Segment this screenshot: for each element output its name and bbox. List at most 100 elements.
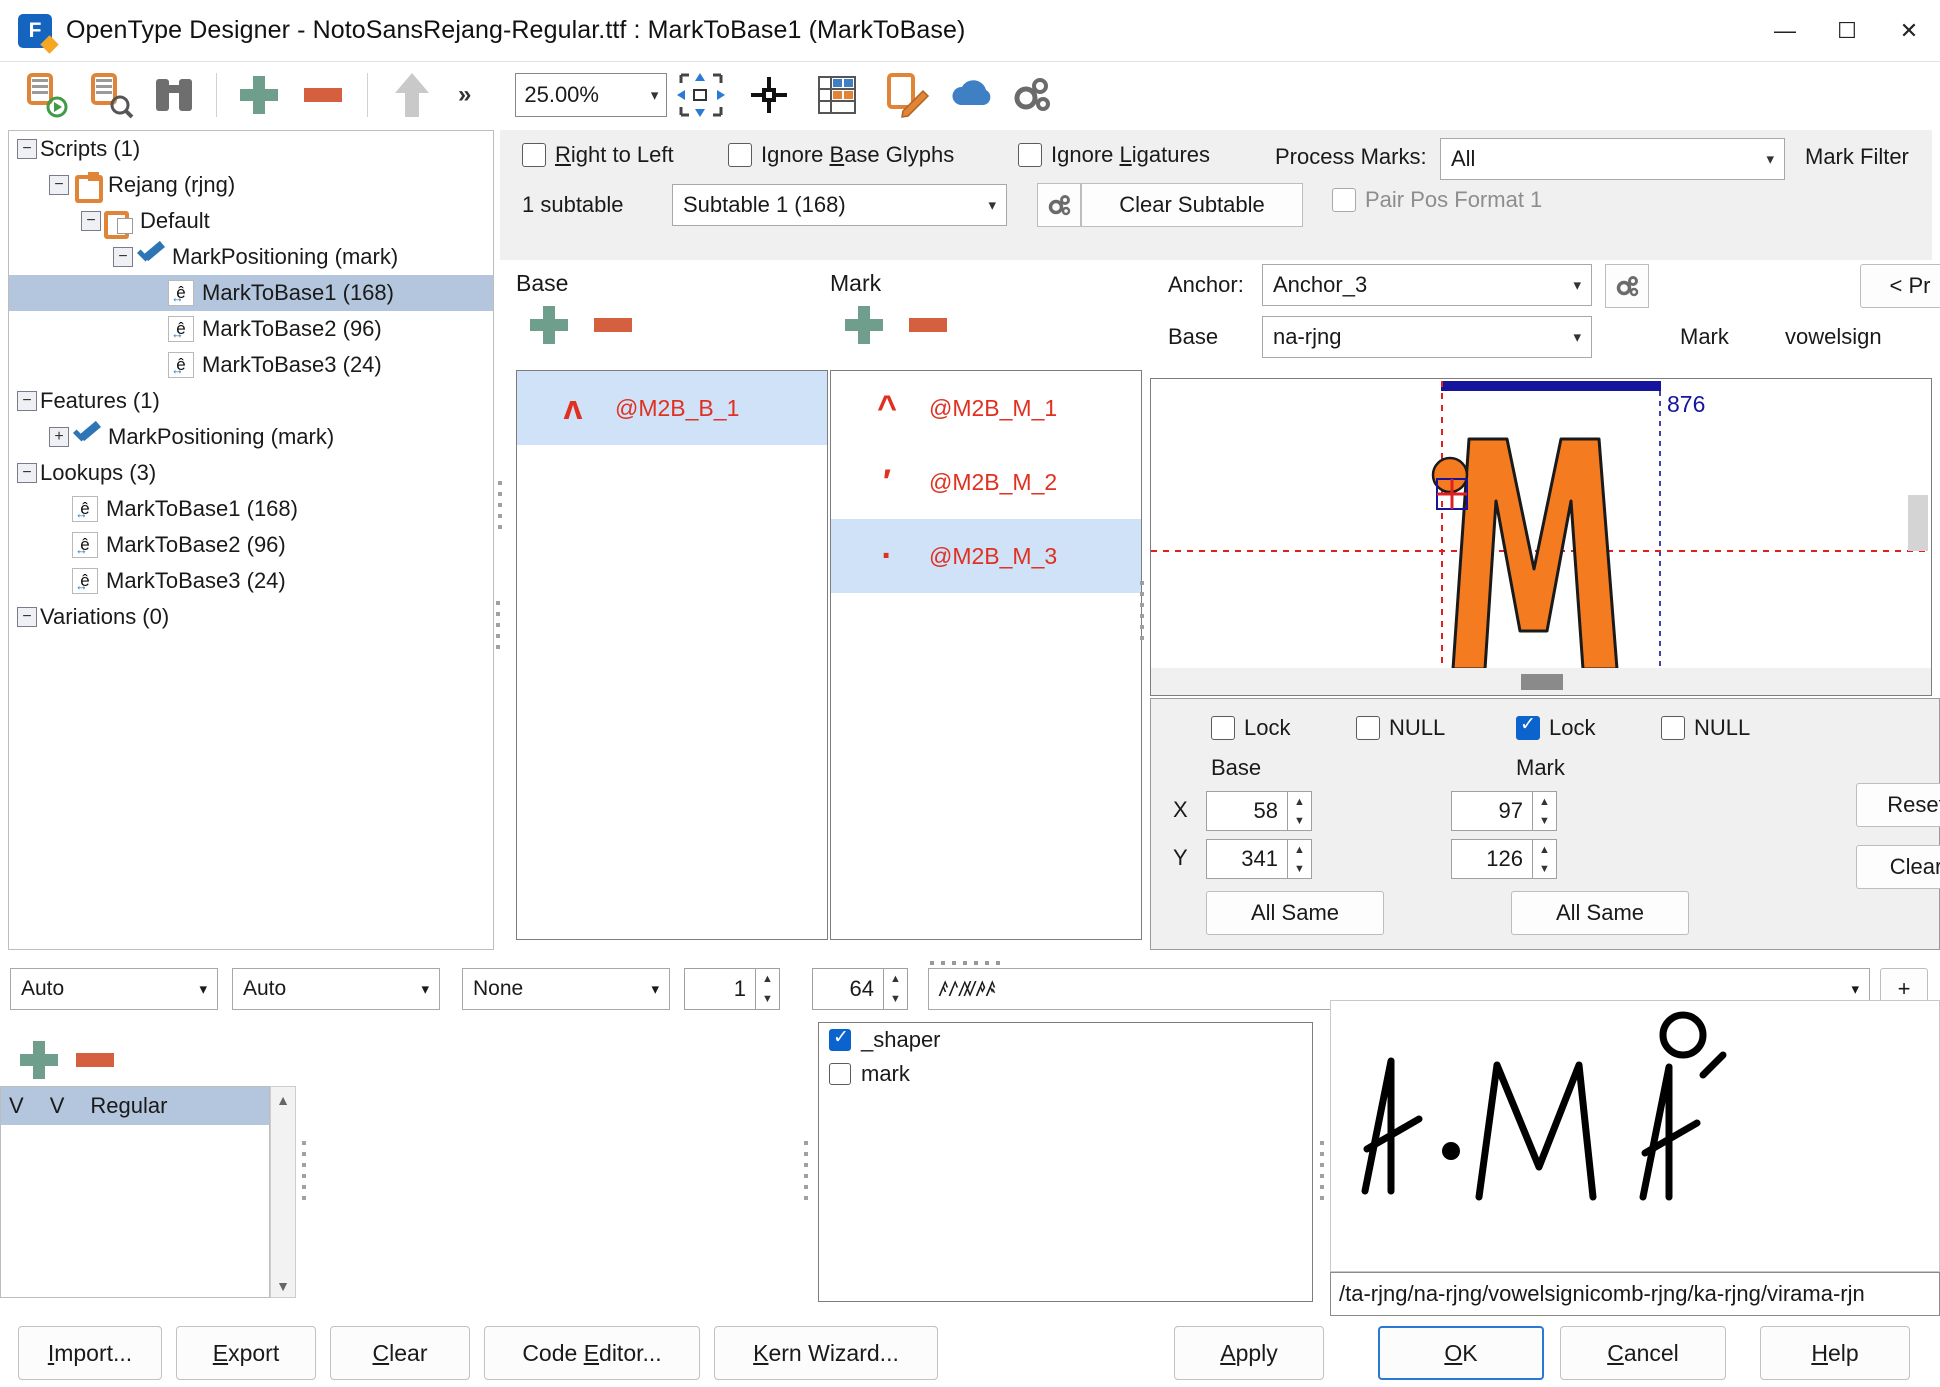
mark-y-spin-buttons[interactable]: ▲ ▼	[1533, 839, 1557, 879]
size-input-2[interactable]: 64	[812, 968, 884, 1010]
collapse-icon[interactable]: −	[113, 247, 133, 267]
tree-node[interactable]: − Variations (0)	[9, 599, 493, 635]
mark-list-item[interactable]: · @M2B_M_3	[831, 519, 1141, 593]
base-x-input[interactable]: 58	[1206, 791, 1288, 831]
add-instance-icon[interactable]	[20, 1041, 58, 1079]
kern-wizard-button[interactable]: Kern Wizard...	[714, 1326, 938, 1380]
mark-x-spin-buttons[interactable]: ▲ ▼	[1533, 791, 1557, 831]
feature-splitter[interactable]	[800, 1130, 812, 1210]
glyph-preview-panel[interactable]	[1330, 1000, 1940, 1272]
tree-node[interactable]: ê ↔ MarkToBase3 (24)	[9, 347, 493, 383]
anchor-combobox[interactable]: Anchor_3 ▾	[1262, 264, 1592, 306]
table-view-icon[interactable]	[811, 71, 863, 119]
ignore-ligatures-checkbox[interactable]: Ignore Ligatures	[1018, 142, 1210, 168]
mark-glyph-list[interactable]: ^ @M2B_M_1 ′ @M2B_M_2 · @M2B_M_3	[830, 370, 1142, 940]
collapse-icon[interactable]: −	[17, 391, 37, 411]
code-editor-button[interactable]: Code Editor...	[484, 1326, 700, 1380]
spin-up-icon[interactable]: ▲	[1288, 792, 1311, 811]
mark-y-stepper[interactable]: 126 ▲ ▼	[1451, 839, 1557, 879]
feature-list-item[interactable]: mark	[819, 1057, 1312, 1091]
base-glyph-list[interactable]: ʌ @M2B_B_1	[516, 370, 828, 940]
pair-pos-format-checkbox-box[interactable]	[1332, 188, 1356, 212]
instance-row[interactable]: V V Regular	[1, 1087, 269, 1125]
open-font-icon[interactable]	[21, 71, 71, 119]
mark-null-checkbox-box[interactable]	[1661, 716, 1685, 740]
horizontal-splitter-grip[interactable]	[930, 958, 1000, 968]
feature-list-item[interactable]: _shaper	[819, 1023, 1312, 1057]
size-input-1[interactable]: 1	[684, 968, 756, 1010]
base-lock-checkbox-box[interactable]	[1211, 716, 1235, 740]
mark-all-same-button[interactable]: All Same	[1511, 891, 1689, 935]
mark-y-input[interactable]: 126	[1451, 839, 1533, 879]
base-y-input[interactable]: 341	[1206, 839, 1288, 879]
clear-anchor-button[interactable]: Clear	[1856, 845, 1940, 889]
remove-base-icon[interactable]	[594, 318, 632, 332]
lookup-tree-panel[interactable]: − Scripts (1) − Rejang (rjng) − Default − MarkP…	[8, 130, 494, 950]
instance-splitter[interactable]	[298, 1130, 310, 1210]
toolbar-overflow-chevron[interactable]: »	[458, 81, 471, 109]
remove-mark-icon[interactable]	[909, 318, 947, 332]
mark-lock-checkbox-box[interactable]	[1516, 713, 1540, 740]
tree-node[interactable]: − Rejang (rjng)	[9, 167, 493, 203]
collapse-icon[interactable]: −	[81, 211, 101, 231]
mark-x-stepper[interactable]: 97 ▲ ▼	[1451, 791, 1557, 831]
clear-button[interactable]: Clear	[330, 1326, 470, 1380]
tree-node[interactable]: ê ↔ MarkToBase3 (24)	[9, 563, 493, 599]
canvas-vertical-scroll-thumb[interactable]	[1908, 495, 1928, 551]
collapse-icon[interactable]: −	[17, 463, 37, 483]
feature-checkbox[interactable]	[829, 1063, 851, 1085]
process-marks-combobox[interactable]: All ▾	[1440, 138, 1785, 180]
close-icon[interactable]: ✕	[1878, 0, 1940, 61]
tree-node[interactable]: − Lookups (3)	[9, 455, 493, 491]
mark-null-checkbox[interactable]: NULL	[1661, 715, 1750, 741]
spin-down-icon[interactable]: ▼	[756, 989, 779, 1009]
spin-down-icon[interactable]: ▼	[1533, 811, 1556, 830]
clear-subtable-button[interactable]: Clear Subtable	[1081, 183, 1303, 227]
add-mark-icon[interactable]	[845, 306, 883, 344]
glyph-path-text[interactable]: /ta-rjng/na-rjng/vowelsignicomb-rjng/ka-…	[1330, 1272, 1940, 1316]
mark-lock-checkbox[interactable]: Lock	[1516, 713, 1595, 741]
add-base-icon[interactable]	[530, 306, 568, 344]
edit-glyph-icon[interactable]	[879, 71, 931, 119]
size-stepper-2[interactable]: 64 ▲ ▼	[812, 968, 908, 1010]
center-anchor-icon[interactable]	[743, 71, 795, 119]
base-all-same-button[interactable]: All Same	[1206, 891, 1384, 935]
canvas-horizontal-scrollbar[interactable]	[1150, 668, 1932, 696]
collapse-icon[interactable]: −	[49, 175, 69, 195]
spin-down-icon[interactable]: ▼	[1288, 811, 1311, 830]
mark-x-input[interactable]: 97	[1451, 791, 1533, 831]
remove-icon[interactable]	[298, 71, 348, 119]
inspect-font-icon[interactable]	[85, 71, 135, 119]
base-list-item[interactable]: ʌ @M2B_B_1	[517, 371, 827, 445]
previous-anchor-button[interactable]: < Pr	[1860, 264, 1940, 308]
tree-node[interactable]: ê ↔ MarkToBase2 (96)	[9, 527, 493, 563]
binoculars-icon[interactable]	[149, 71, 199, 119]
spin-down-icon[interactable]: ▼	[1533, 859, 1556, 878]
scroll-up-icon[interactable]: ▲	[271, 1087, 295, 1113]
pair-pos-format-checkbox[interactable]: Pair Pos Format 1	[1332, 187, 1542, 213]
right-to-left-checkbox-box[interactable]	[522, 143, 546, 167]
spin-up-icon[interactable]: ▲	[884, 969, 907, 989]
spin-down-icon[interactable]: ▼	[1288, 859, 1311, 878]
tree-node[interactable]: − Scripts (1)	[9, 131, 493, 167]
reset-anchor-button[interactable]: Reset	[1856, 783, 1940, 827]
scroll-down-icon[interactable]: ▼	[271, 1273, 295, 1299]
mark-list-item[interactable]: ^ @M2B_M_1	[831, 371, 1141, 445]
tree-node[interactable]: ê ↔ MarkToBase1 (168)	[9, 275, 493, 311]
preview-splitter[interactable]	[1316, 1130, 1328, 1210]
base-glyph-combobox[interactable]: na-rjng ▾	[1262, 316, 1592, 358]
tree-node[interactable]: + MarkPositioning (mark)	[9, 419, 493, 455]
tree-node[interactable]: − MarkPositioning (mark)	[9, 239, 493, 275]
base-list-splitter[interactable]	[492, 590, 504, 660]
tree-node[interactable]: ê ↔ MarkToBase2 (96)	[9, 311, 493, 347]
import-button[interactable]: Import...	[18, 1326, 162, 1380]
ignore-ligatures-checkbox-box[interactable]	[1018, 143, 1042, 167]
help-button[interactable]: Help	[1760, 1326, 1910, 1380]
export-button[interactable]: Export	[176, 1326, 316, 1380]
subtable-combobox[interactable]: Subtable 1 (168) ▾	[672, 184, 1007, 226]
mark-list-item[interactable]: ′ @M2B_M_2	[831, 445, 1141, 519]
spin-up-icon[interactable]: ▲	[1288, 840, 1311, 859]
spin-up-icon[interactable]: ▲	[1533, 840, 1556, 859]
ignore-base-glyphs-checkbox[interactable]: Ignore Base Glyphs	[728, 142, 954, 168]
base-x-spin-buttons[interactable]: ▲ ▼	[1288, 791, 1312, 831]
